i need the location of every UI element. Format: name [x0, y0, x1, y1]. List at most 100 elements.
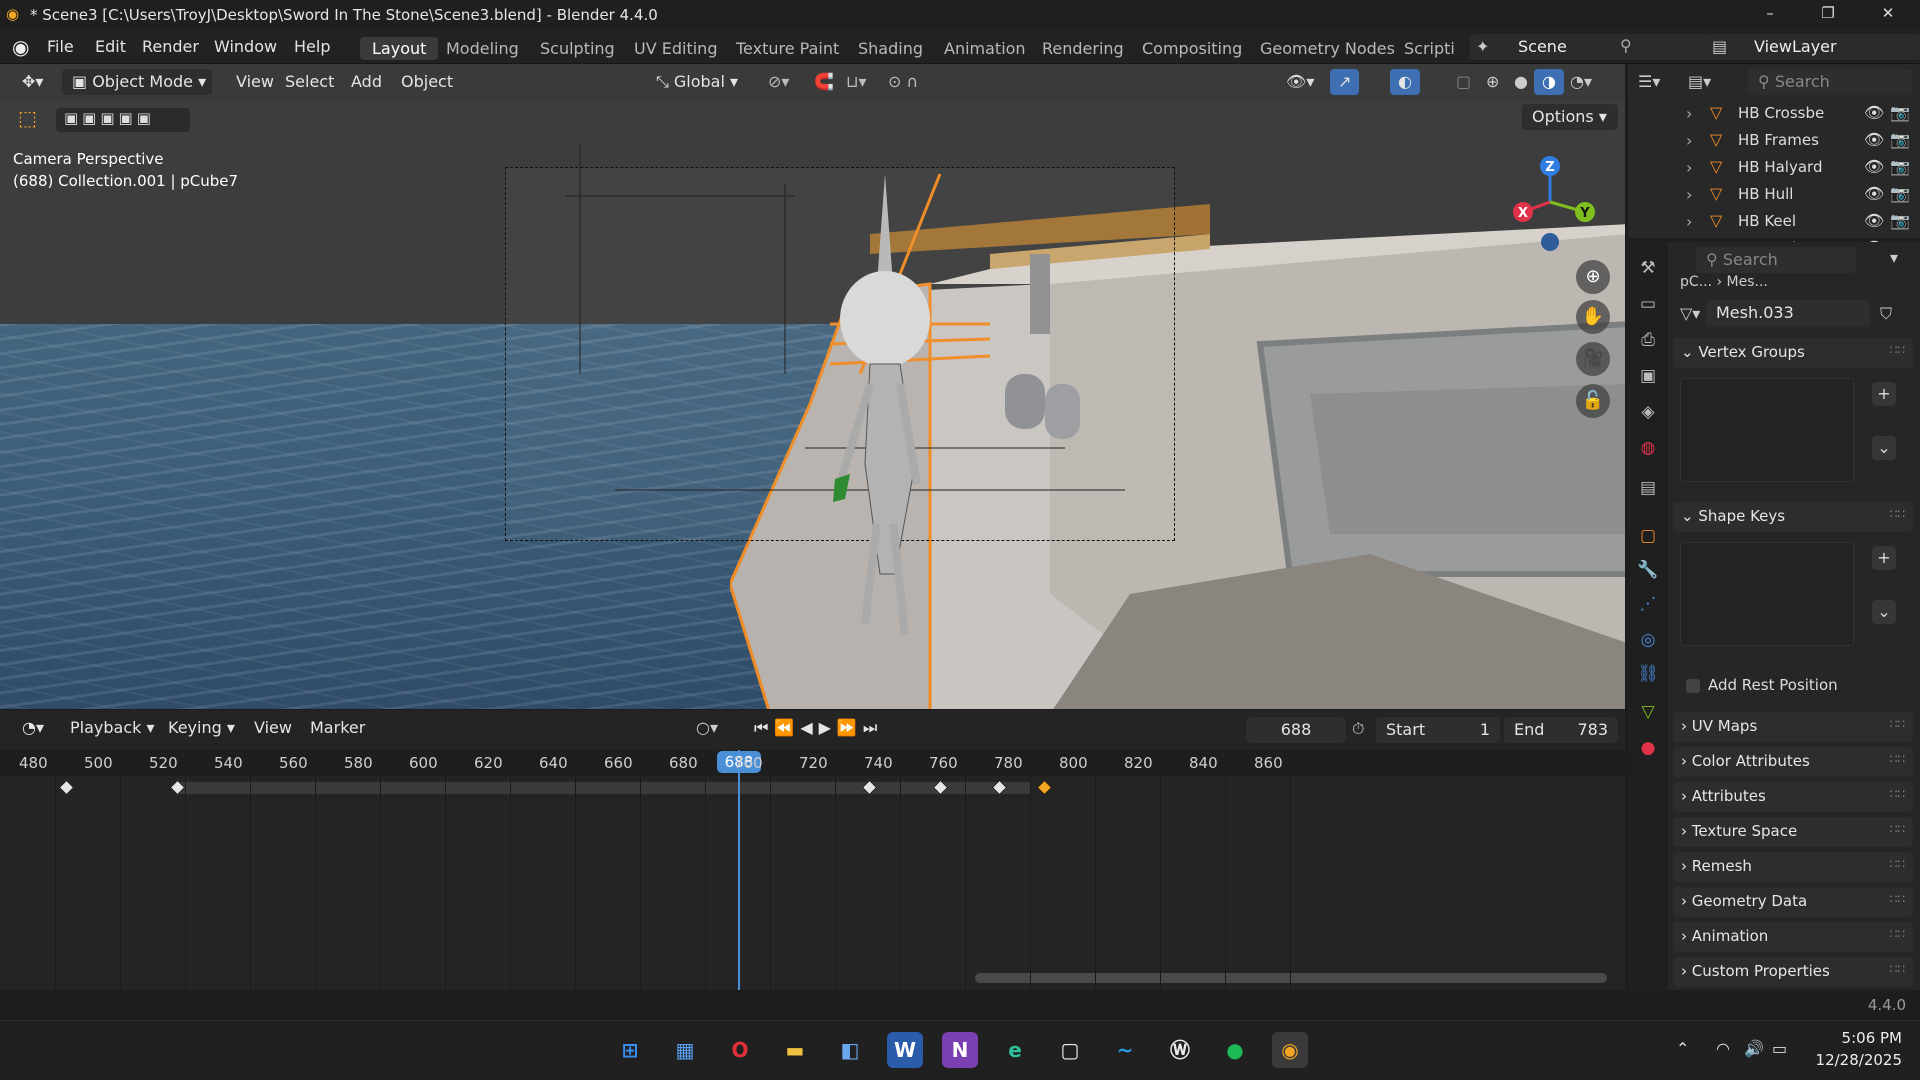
- material-icon[interactable]: ●: [1636, 736, 1660, 760]
- gizmo-toggle-icon[interactable]: ↗: [1330, 69, 1360, 95]
- marker-menu[interactable]: Marker: [302, 715, 373, 741]
- expand-chevron-icon[interactable]: ›: [1686, 104, 1692, 123]
- outliner-row[interactable]: › ▽ HB Hull 👁 📷: [1628, 181, 1920, 208]
- end-frame-field[interactable]: End 783: [1504, 717, 1618, 743]
- collapsed-panel[interactable]: › UV Maps ∷∷: [1673, 712, 1913, 742]
- minimize-button[interactable]: –: [1750, 4, 1790, 26]
- tab-uv-editing[interactable]: UV Editing: [622, 37, 729, 60]
- pivot-icon[interactable]: ⊘▾: [760, 69, 797, 95]
- drag-handle-icon[interactable]: ∷∷: [1890, 822, 1905, 836]
- blender-taskbar-icon[interactable]: ◉: [1272, 1032, 1308, 1068]
- tab-compositing[interactable]: Compositing: [1130, 37, 1254, 60]
- overlay-toggle-icon[interactable]: ◐: [1390, 69, 1420, 95]
- vertex-group-menu-button[interactable]: ⌄: [1872, 436, 1896, 460]
- timeline-scrollbar[interactable]: [975, 973, 1607, 983]
- add-rest-position-checkbox[interactable]: Add Rest Position: [1686, 676, 1838, 694]
- mesh-name-field[interactable]: Mesh.033: [1706, 300, 1870, 326]
- onenote-icon[interactable]: N: [942, 1032, 978, 1068]
- material-shading-icon[interactable]: ◑: [1534, 69, 1564, 95]
- close-button[interactable]: ✕: [1868, 4, 1908, 26]
- eye-icon[interactable]: 👁: [1864, 130, 1884, 149]
- blender-menu-icon[interactable]: ◉: [12, 35, 29, 59]
- particles-icon[interactable]: ⋰: [1636, 592, 1660, 616]
- render-camera-icon[interactable]: 📷: [1890, 130, 1910, 149]
- view-layer-tab-icon[interactable]: ▣: [1636, 364, 1660, 388]
- mode-dropdown[interactable]: ▣ Object Mode ▾: [62, 69, 212, 95]
- collapsed-panel[interactable]: › Attributes ∷∷: [1673, 782, 1913, 812]
- wordpress-icon[interactable]: Ⓦ: [1162, 1032, 1198, 1068]
- timeline-editor-type-icon[interactable]: ◔▾: [14, 715, 52, 741]
- auto-key-icon[interactable]: ○▾: [688, 715, 726, 741]
- drag-handle-icon[interactable]: ∷∷: [1890, 787, 1905, 801]
- solid-shading-icon[interactable]: ●: [1506, 69, 1536, 95]
- menu-object[interactable]: Object: [393, 69, 461, 95]
- tool-icon[interactable]: ⚒: [1636, 256, 1660, 280]
- timeline-editor[interactable]: ◔▾ Playback ▾ Keying ▾ View Marker ○▾ ⏮⏪…: [0, 710, 1625, 994]
- shape-keys-panel[interactable]: ⌄ Shape Keys ∷∷: [1673, 502, 1913, 532]
- constraints-icon[interactable]: ⛓: [1636, 662, 1660, 686]
- expand-chevron-icon[interactable]: ›: [1686, 185, 1692, 204]
- start-frame-field[interactable]: Start 1: [1376, 717, 1500, 743]
- world-icon[interactable]: ◍: [1636, 436, 1660, 460]
- collapsed-panel[interactable]: › Animation ∷∷: [1673, 922, 1913, 952]
- opera-icon[interactable]: O: [722, 1032, 758, 1068]
- expand-chevron-icon[interactable]: ›: [1686, 131, 1692, 150]
- ms-store-icon[interactable]: ◧: [832, 1032, 868, 1068]
- outliner-search-input[interactable]: ⚲ Search: [1748, 69, 1912, 95]
- drag-handle-icon[interactable]: ∷∷: [1890, 717, 1905, 731]
- drag-handle-icon[interactable]: ∷∷: [1890, 892, 1905, 906]
- data-icon[interactable]: ▽: [1636, 700, 1660, 724]
- menu-window[interactable]: Window: [214, 37, 277, 56]
- timeline-view-menu[interactable]: View: [246, 715, 300, 741]
- transform-orientation-dropdown[interactable]: ⤡ Global ▾: [648, 69, 746, 95]
- stopwatch-icon[interactable]: ⏱: [1352, 719, 1364, 739]
- render-camera-icon[interactable]: 📷: [1890, 211, 1910, 230]
- add-shape-key-button[interactable]: +: [1872, 546, 1896, 570]
- navigation-gizmo[interactable]: Z X Y: [1505, 152, 1595, 252]
- tray-chevron-icon[interactable]: ⌃: [1676, 1039, 1689, 1058]
- shape-key-menu-button[interactable]: ⌄: [1872, 600, 1896, 624]
- file-explorer-icon[interactable]: ▬: [777, 1032, 813, 1068]
- dolphin-icon[interactable]: ~: [1107, 1032, 1143, 1068]
- menu-render[interactable]: Render: [142, 37, 199, 56]
- menu-file[interactable]: File: [47, 37, 74, 56]
- vertex-groups-list[interactable]: [1680, 378, 1854, 482]
- pin-icon[interactable]: ⚲: [1620, 36, 1632, 55]
- xray-icon[interactable]: ▢: [1448, 69, 1479, 95]
- eye-icon[interactable]: 👁: [1864, 157, 1884, 176]
- menu-help[interactable]: Help: [294, 37, 330, 56]
- render-camera-icon[interactable]: 📷: [1890, 184, 1910, 203]
- pan-hand-icon[interactable]: ✋: [1576, 300, 1610, 334]
- output-icon[interactable]: ⎙: [1636, 328, 1660, 352]
- menu-view[interactable]: View: [228, 69, 282, 95]
- vertex-groups-panel[interactable]: ⌄ Vertex Groups ∷∷: [1673, 338, 1913, 368]
- store-app-icon[interactable]: ▦: [667, 1032, 703, 1068]
- drag-handle-icon[interactable]: ∷∷: [1890, 857, 1905, 871]
- options-dropdown[interactable]: Options ▾: [1522, 104, 1618, 130]
- tab-sculpting[interactable]: Sculpting: [528, 37, 627, 60]
- battery-icon[interactable]: ▭: [1772, 1039, 1787, 1058]
- playback-controls[interactable]: ⏮⏪◀▶⏩⏭: [746, 715, 891, 741]
- word-icon[interactable]: W: [887, 1032, 923, 1068]
- collapsed-panel[interactable]: › Texture Space ∷∷: [1673, 817, 1913, 847]
- lock-icon[interactable]: 🔓: [1576, 384, 1610, 418]
- tab-layout[interactable]: Layout: [360, 37, 439, 60]
- tab-modeling[interactable]: Modeling: [434, 37, 531, 60]
- checkbox-box[interactable]: [1686, 678, 1700, 693]
- selection-mode-icons[interactable]: ▣▣▣▣▣: [56, 108, 190, 132]
- physics-icon[interactable]: ◎: [1636, 628, 1660, 652]
- outliner[interactable]: ☰▾ ▤▾ ⚲ Search › ▽ HB Crossbe 👁 📷 › ▽ HB Frames…: [1628, 64, 1920, 258]
- drag-handle-icon[interactable]: ∷∷: [1890, 343, 1905, 357]
- properties-search-input[interactable]: ⚲ Search: [1696, 247, 1856, 273]
- spotify-icon[interactable]: ●: [1217, 1032, 1253, 1068]
- proportional-edit-icon[interactable]: ⊙ ∩: [880, 69, 926, 95]
- outliner-editor-icon[interactable]: ☰▾: [1638, 72, 1660, 91]
- mesh-data-icon[interactable]: ▽▾: [1680, 304, 1700, 323]
- tab-scripting[interactable]: Scripti: [1392, 37, 1460, 60]
- scene-tab-icon[interactable]: ◈: [1636, 400, 1660, 424]
- select-box-icon[interactable]: ⬚: [18, 106, 37, 130]
- outliner-row[interactable]: › ▽ HB Frames 👁 📷: [1628, 127, 1920, 154]
- drag-handle-icon[interactable]: ∷∷: [1890, 927, 1905, 941]
- menu-select[interactable]: Select: [277, 69, 342, 95]
- collapsed-panel[interactable]: › Geometry Data ∷∷: [1673, 887, 1913, 917]
